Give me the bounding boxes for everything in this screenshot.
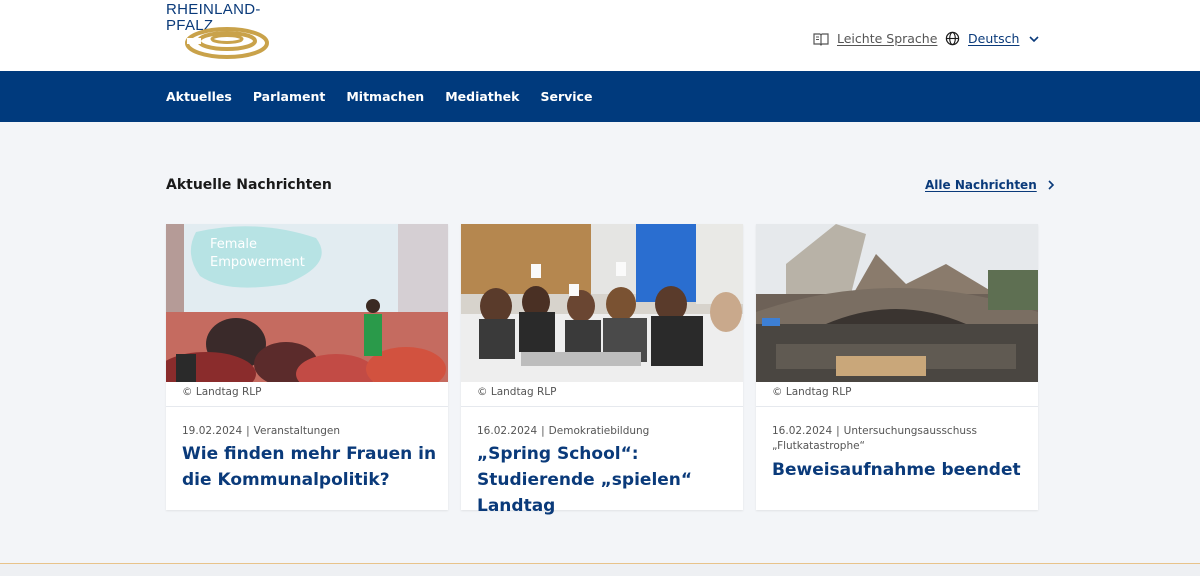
news-card[interactable]: Female Empowerment © Landtag RLP 19.02.2…	[166, 224, 448, 510]
image-text-2: Empowerment	[210, 255, 305, 270]
news-date: 16.02.2024	[477, 425, 538, 437]
news-category: Demokratiebildung	[548, 425, 650, 437]
section-title: Aktuelle Nachrichten	[166, 177, 332, 193]
all-news-label: Alle Nachrichten	[925, 178, 1037, 192]
news-image-spring-school	[461, 224, 743, 382]
news-meta: 19.02.2024 | Veranstaltungen	[182, 424, 437, 439]
news-title[interactable]: Beweisaufnahme beendet	[772, 457, 1027, 483]
nav-item-aktuelles[interactable]: Aktuelles	[166, 89, 232, 104]
news-title[interactable]: „Spring School“: Studierende „spielen“ L…	[477, 441, 732, 519]
news-card[interactable]: © Landtag RLP 16.02.2024 | Demokratiebildu…	[461, 224, 743, 516]
news-image-female-empowerment: Female Empowerment	[166, 224, 448, 382]
nav-item-mitmachen[interactable]: Mitmachen	[346, 89, 424, 104]
news-title[interactable]: Wie finden mehr Frauen in die Kommunalpo…	[182, 441, 437, 493]
news-meta: 16.02.2024 | Demokratiebildung	[477, 424, 732, 439]
language-select[interactable]: Deutsch	[945, 31, 1040, 46]
language-label: Deutsch	[968, 31, 1020, 46]
image-caption: © Landtag RLP	[477, 386, 557, 398]
logo-emblem-icon	[185, 27, 269, 59]
meta-separator: |	[541, 425, 545, 437]
nav-item-mediathek[interactable]: Mediathek	[445, 89, 519, 104]
card-divider	[756, 406, 1038, 407]
news-category: Veranstaltungen	[253, 425, 341, 437]
news-meta: 16.02.2024 | Untersuchungsausschuss „Flutk…	[772, 424, 1027, 454]
nav-item-parlament[interactable]: Parlament	[253, 89, 326, 104]
chevron-down-icon	[1029, 35, 1040, 42]
image-caption: © Landtag RLP	[182, 386, 262, 398]
all-news-link[interactable]: Alle Nachrichten	[925, 178, 1055, 192]
meta-separator: |	[836, 425, 840, 437]
meta-separator: |	[246, 425, 250, 437]
news-date: 16.02.2024	[772, 425, 833, 437]
news-card[interactable]: © Landtag RLP 16.02.2024 | Untersuchungsau…	[756, 224, 1038, 510]
main-navigation: Aktuelles Parlament Mitmachen Mediathek …	[0, 71, 1200, 122]
site-header: RHEINLAND-PFALZ Leichte Sprache Deutsch	[0, 0, 1200, 71]
chevron-right-icon	[1048, 180, 1054, 190]
leichte-sprache-link[interactable]: Leichte Sprache	[813, 31, 937, 46]
logo-link[interactable]: RHEINLAND-PFALZ	[166, 2, 291, 62]
leichte-sprache-label: Leichte Sprache	[837, 31, 938, 46]
card-divider	[166, 406, 448, 407]
nav-item-service[interactable]: Service	[540, 89, 592, 104]
globe-icon	[945, 31, 960, 46]
card-divider	[461, 406, 743, 407]
image-text-1: Female	[210, 237, 257, 252]
book-icon	[813, 32, 829, 46]
nav-list: Aktuelles Parlament Mitmachen Mediathek …	[166, 71, 613, 122]
news-image-bridge	[756, 224, 1038, 382]
news-date: 19.02.2024	[182, 425, 243, 437]
footer-top-border	[0, 563, 1200, 576]
image-caption: © Landtag RLP	[772, 386, 852, 398]
